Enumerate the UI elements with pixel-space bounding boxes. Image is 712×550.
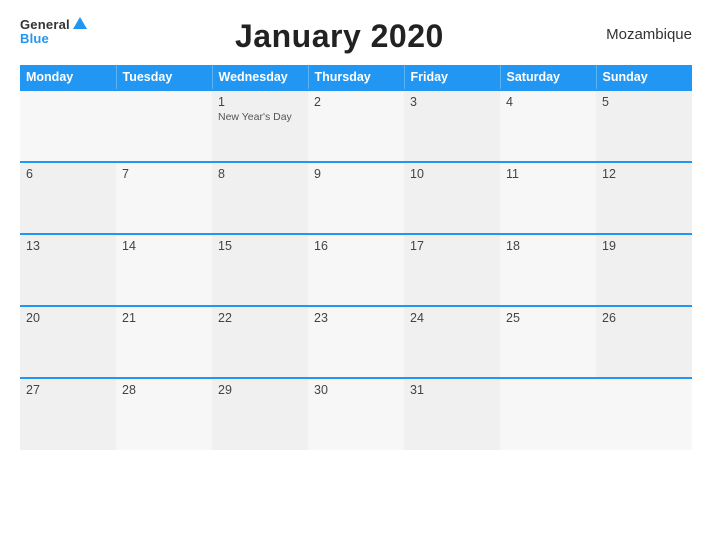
day-number: 9	[314, 167, 398, 181]
calendar-cell: 12	[596, 162, 692, 234]
calendar-cell: 1 New Year's Day	[212, 90, 308, 162]
day-number: 20	[26, 311, 110, 325]
calendar-cell: 25	[500, 306, 596, 378]
calendar-cell: 5	[596, 90, 692, 162]
day-number: 7	[122, 167, 206, 181]
day-number: 19	[602, 239, 686, 253]
weekday-header: Friday	[404, 65, 500, 90]
day-number: 15	[218, 239, 302, 253]
calendar-cell: 26	[596, 306, 692, 378]
day-number: 18	[506, 239, 590, 253]
calendar-cell: 9	[308, 162, 404, 234]
weekday-header: Sunday	[596, 65, 692, 90]
weekday-header: Tuesday	[116, 65, 212, 90]
day-number: 16	[314, 239, 398, 253]
calendar-cell: 16	[308, 234, 404, 306]
day-number: 4	[506, 95, 590, 109]
day-number: 28	[122, 383, 206, 397]
calendar-header-row: MondayTuesdayWednesdayThursdayFridaySatu…	[20, 65, 692, 90]
country-name: Mozambique	[592, 18, 692, 43]
day-number: 3	[410, 95, 494, 109]
calendar-cell: 28	[116, 378, 212, 450]
day-number: 25	[506, 311, 590, 325]
weekday-header: Thursday	[308, 65, 404, 90]
calendar-cell: 8	[212, 162, 308, 234]
calendar-cell: 3	[404, 90, 500, 162]
calendar-week-row: 20 21 22 23 24 25 26	[20, 306, 692, 378]
day-number: 2	[314, 95, 398, 109]
calendar-title: January 2020	[235, 18, 444, 54]
day-number: 1	[218, 95, 302, 109]
calendar-cell: 2	[308, 90, 404, 162]
calendar-cell: 23	[308, 306, 404, 378]
calendar-cell: 20	[20, 306, 116, 378]
day-number: 6	[26, 167, 110, 181]
calendar-cell: 24	[404, 306, 500, 378]
day-number: 12	[602, 167, 686, 181]
calendar-cell	[596, 378, 692, 450]
day-number: 29	[218, 383, 302, 397]
calendar-title-block: January 2020	[87, 18, 592, 55]
logo-blue-text: Blue	[20, 32, 49, 46]
calendar-cell: 10	[404, 162, 500, 234]
day-number: 14	[122, 239, 206, 253]
day-number: 26	[602, 311, 686, 325]
day-number: 13	[26, 239, 110, 253]
calendar-cell: 19	[596, 234, 692, 306]
day-number: 30	[314, 383, 398, 397]
calendar-cell: 29	[212, 378, 308, 450]
calendar-header: General Blue January 2020 Mozambique	[20, 18, 692, 55]
calendar-week-row: 27 28 29 30 31	[20, 378, 692, 450]
calendar-cell: 21	[116, 306, 212, 378]
day-number: 22	[218, 311, 302, 325]
day-number: 27	[26, 383, 110, 397]
calendar-cell: 6	[20, 162, 116, 234]
calendar-cell: 18	[500, 234, 596, 306]
calendar-table: MondayTuesdayWednesdayThursdayFridaySatu…	[20, 65, 692, 450]
day-number: 24	[410, 311, 494, 325]
day-number: 21	[122, 311, 206, 325]
calendar-cell: 7	[116, 162, 212, 234]
calendar-container: General Blue January 2020 Mozambique Mon…	[0, 0, 712, 550]
day-number: 23	[314, 311, 398, 325]
calendar-cell: 11	[500, 162, 596, 234]
calendar-week-row: 6789 10 11 12	[20, 162, 692, 234]
day-event: New Year's Day	[218, 111, 302, 123]
calendar-cell	[500, 378, 596, 450]
calendar-cell: 13	[20, 234, 116, 306]
day-number: 31	[410, 383, 494, 397]
calendar-cell: 27	[20, 378, 116, 450]
day-number: 10	[410, 167, 494, 181]
calendar-week-row: 1 New Year's Day 2345	[20, 90, 692, 162]
weekday-header: Saturday	[500, 65, 596, 90]
day-number: 11	[506, 167, 590, 181]
calendar-cell: 17	[404, 234, 500, 306]
day-number: 17	[410, 239, 494, 253]
logo-triangle-icon	[73, 17, 87, 29]
day-number: 5	[602, 95, 686, 109]
calendar-cell: 15	[212, 234, 308, 306]
weekday-header: Monday	[20, 65, 116, 90]
logo-general-text: General	[20, 18, 70, 32]
weekday-header: Wednesday	[212, 65, 308, 90]
weekday-row: MondayTuesdayWednesdayThursdayFridaySatu…	[20, 65, 692, 90]
calendar-body: 1New Year's Day2345678910111213141516171…	[20, 90, 692, 450]
day-number: 8	[218, 167, 302, 181]
calendar-cell	[116, 90, 212, 162]
logo: General Blue	[20, 18, 87, 47]
calendar-cell: 4	[500, 90, 596, 162]
calendar-cell: 31	[404, 378, 500, 450]
calendar-cell: 14	[116, 234, 212, 306]
calendar-cell: 22	[212, 306, 308, 378]
calendar-week-row: 13 14 15 16 17 18 19	[20, 234, 692, 306]
calendar-cell	[20, 90, 116, 162]
calendar-cell: 30	[308, 378, 404, 450]
